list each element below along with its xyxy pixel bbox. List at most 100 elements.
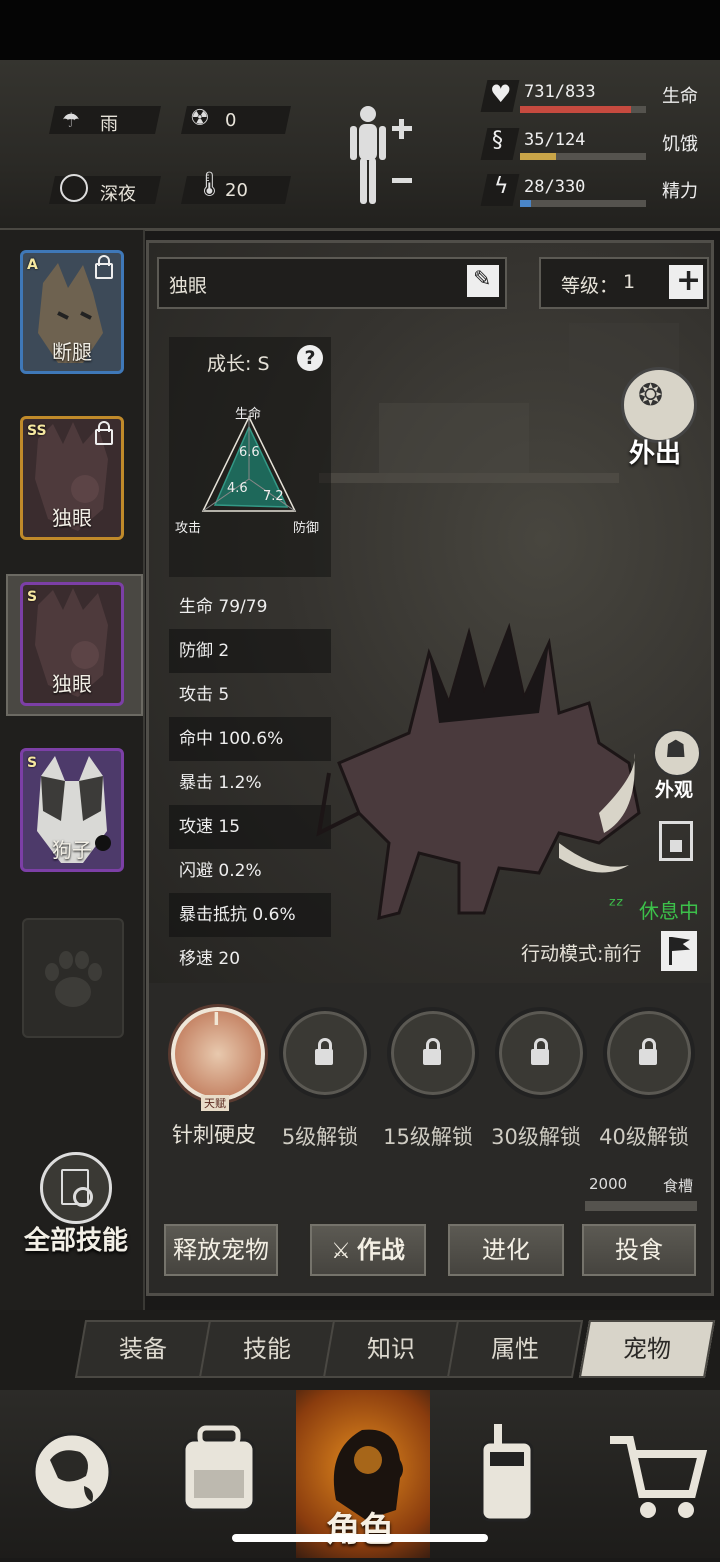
talent-badge: 天赋	[201, 1095, 229, 1111]
action-mode-label[interactable]: 行动模式:前行	[521, 939, 641, 966]
thermometer-icon: 🌡	[194, 170, 225, 198]
trough-label: 食槽	[663, 1177, 694, 1195]
bottom-navigation: 角色	[0, 1390, 720, 1558]
pet-card-duyan-s[interactable]: S 独眼	[20, 582, 124, 706]
pet-grade: S	[27, 755, 38, 771]
skill-label: 5级解锁	[281, 1125, 359, 1149]
heart-icon: ♥	[490, 80, 512, 108]
sleep-icon: ᶻᶻ	[609, 893, 624, 917]
energy-label: 精力	[662, 181, 698, 202]
clock-icon	[60, 174, 88, 202]
skill-label: 针刺硬皮	[172, 1123, 256, 1147]
pet-name: 断腿	[52, 340, 92, 364]
pet-name: 独眼	[52, 506, 92, 530]
edit-name-button[interactable]: ✎	[467, 265, 499, 297]
tab-pets[interactable]: 宠物	[578, 1320, 716, 1378]
hud-panel: ☂ 雨 ☢ 0 深夜 🌡 20 ♥ 731/833 生命 § 35/124 饥饿…	[0, 60, 720, 231]
radiation-value: 0	[225, 110, 237, 131]
globe-icon	[32, 1432, 112, 1512]
radar-value-defense: 7.2	[263, 489, 284, 504]
weather-value: 雨	[100, 114, 118, 135]
pet-card-duyan-ss[interactable]: SS 独眼	[20, 416, 124, 540]
all-skills-label[interactable]: 全部技能	[24, 1220, 128, 1257]
character-tabs: 装备 技能 知识 属性 宠物	[0, 1310, 720, 1390]
paw-prints-icon[interactable]: ❂	[621, 367, 697, 443]
status-bar	[0, 0, 720, 60]
status-label: 休息中	[639, 899, 699, 923]
tab-equipment[interactable]: 装备	[74, 1320, 212, 1378]
rain-icon: ☂	[62, 108, 80, 132]
battle-button[interactable]: ⚔ 作战	[307, 1221, 429, 1279]
nav-map[interactable]	[0, 1390, 144, 1558]
body-status-icon[interactable]	[346, 104, 418, 208]
skill-label: 30级解锁	[491, 1125, 581, 1149]
locked-skill-slot[interactable]	[495, 1007, 587, 1099]
radar-value-life: 6.6	[239, 445, 260, 460]
stomach-icon: §	[492, 128, 503, 153]
skill-label: 15级解锁	[383, 1125, 473, 1149]
nav-shop[interactable]	[580, 1390, 720, 1558]
life-bar-fill	[520, 106, 631, 113]
locked-skill-slot[interactable]	[603, 1007, 695, 1099]
empty-pet-slot[interactable]	[22, 918, 124, 1038]
shopping-cart-icon	[610, 1436, 708, 1518]
evolve-button[interactable]: 进化	[445, 1221, 567, 1279]
pet-name-value: 独眼	[169, 275, 208, 297]
backpack-icon	[182, 1425, 256, 1512]
pet-detail-panel: 独眼 ✎ 等级： 1 + 成长: S ? 生命 攻击 防御 6.6 4.6 7.…	[146, 240, 714, 1296]
trough-bar	[585, 1201, 697, 1211]
lock-icon	[531, 1038, 549, 1065]
energy-bar-fill	[520, 200, 531, 207]
tab-knowledge[interactable]: 知识	[322, 1320, 460, 1378]
pet-card-duantui[interactable]: A 断腿	[20, 250, 124, 374]
pet-name-field[interactable]	[157, 257, 507, 309]
pet-grade: S	[27, 589, 38, 605]
radar-label-top: 生命	[235, 407, 262, 422]
lock-icon	[423, 1038, 441, 1065]
trough-value: 2000	[589, 1175, 628, 1193]
hunger-bar-fill	[520, 153, 556, 160]
appearance-label[interactable]: 外观	[655, 775, 693, 802]
lock-icon	[639, 1038, 657, 1065]
energy-value: 28/330	[524, 177, 586, 197]
locked-skill-slot[interactable]	[387, 1007, 479, 1099]
boar-pet-illustration	[316, 622, 641, 920]
walkie-talkie-icon	[480, 1424, 534, 1522]
tab-skills[interactable]: 技能	[198, 1320, 336, 1378]
shirt-icon[interactable]: ☗	[653, 729, 701, 777]
nav-backpack[interactable]	[144, 1390, 288, 1558]
pet-grade: SS	[27, 423, 47, 439]
level-up-button[interactable]: +	[669, 263, 703, 299]
pet-card-gouzi[interactable]: S 狗子	[20, 748, 124, 872]
go-out-label[interactable]: 外出	[629, 433, 681, 470]
nav-character[interactable]: 角色	[296, 1390, 430, 1558]
radar-value-attack: 4.6	[227, 481, 248, 496]
feed-button[interactable]: 投食	[579, 1221, 699, 1279]
all-skills-icon[interactable]	[40, 1152, 112, 1224]
hunger-bar	[520, 153, 646, 160]
talent-skill-icon[interactable]: I	[171, 1007, 265, 1101]
help-icon[interactable]: ?	[297, 345, 323, 371]
growth-label: 成长: S	[207, 353, 270, 375]
unlock-icon[interactable]	[659, 821, 693, 861]
tab-attributes[interactable]: 属性	[446, 1320, 584, 1378]
lock-icon	[315, 1038, 333, 1065]
energy-bar	[520, 200, 646, 207]
locked-skill-slot[interactable]	[279, 1007, 371, 1099]
lightning-icon: ϟ	[494, 174, 509, 199]
release-pet-button[interactable]: 释放宠物	[161, 1221, 281, 1279]
hunger-label: 饥饿	[662, 134, 698, 155]
life-label: 生命	[662, 86, 698, 107]
level-value: 1	[623, 271, 636, 293]
radiation-icon: ☢	[190, 106, 210, 131]
time-value: 深夜	[100, 184, 136, 205]
paw-icon	[45, 951, 102, 1007]
skill-label: 40级解锁	[599, 1125, 689, 1149]
flag-icon[interactable]	[661, 931, 697, 971]
radar-label-right: 防御	[293, 521, 320, 536]
lock-icon	[95, 421, 113, 445]
home-indicator	[232, 1534, 488, 1542]
lock-icon	[95, 255, 113, 279]
life-bar	[520, 106, 646, 113]
nav-radio[interactable]	[436, 1390, 580, 1558]
